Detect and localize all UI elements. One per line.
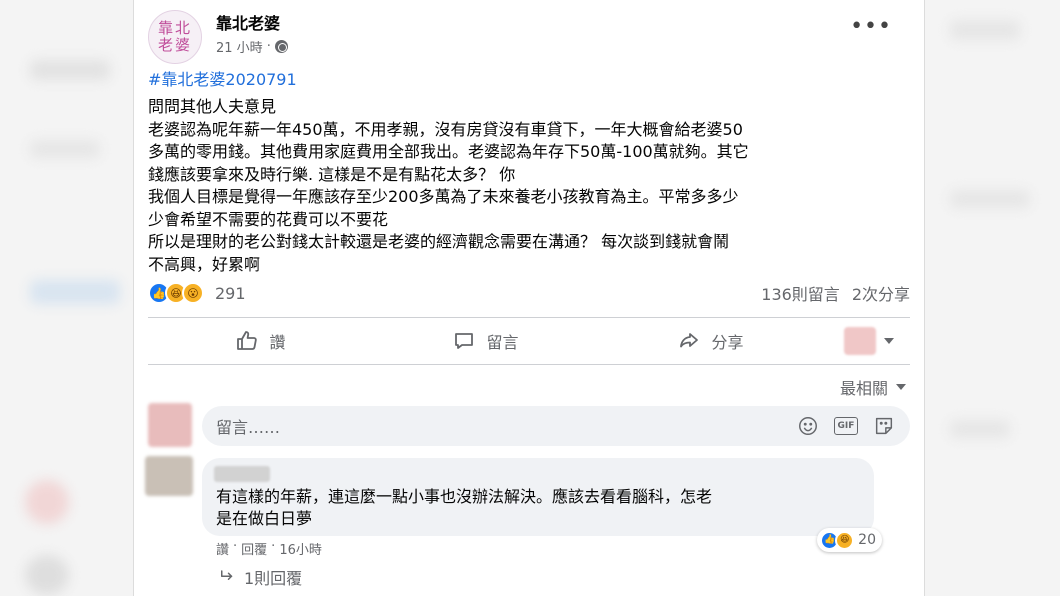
comment-line: 是在做白日夢	[216, 509, 313, 528]
haha-icon: 😆	[835, 530, 855, 550]
chevron-down-icon	[884, 338, 894, 344]
comment-icon	[455, 333, 474, 349]
post-body-line: 多萬的零用錢。其他費用家庭費用全部我出。老婆認為年存下50萬-100萬就夠。其它	[148, 142, 749, 161]
post-body-line: 我個人目標是覺得一年應該存至少200多萬為了未來養老小孩教育為主。平常多多少	[148, 187, 739, 206]
thumbs-up-icon	[237, 331, 258, 350]
comment-actions: 讚 · 回覆 · 16小時	[216, 539, 322, 558]
gif-icon[interactable]: GIF	[834, 415, 858, 437]
share-count[interactable]: 2次分享	[852, 281, 910, 305]
background-blur-left-5	[25, 555, 69, 595]
sticker-icon[interactable]	[872, 415, 896, 437]
comment-text: 有這樣的年薪，連這麼一點小事也沒辦法解決。應該去看看腦科，怎老 是在做白日夢	[216, 486, 856, 530]
comment-reactions[interactable]: 👍 😆 20	[817, 528, 882, 552]
comment-count[interactable]: 136則留言	[761, 281, 840, 305]
reaction-icons[interactable]: 👍 😆 😮	[148, 282, 204, 304]
post-body-line: 錢應該要拿來及時行樂. 這樣是不是有點花太多？ 你	[148, 164, 516, 184]
post-card: 靠北老婆 靠北老婆 21 小時 · ••• #靠北老婆2020791 問問其他人…	[133, 0, 925, 596]
reply-arrow-icon	[221, 570, 233, 580]
background-blur-left-2	[30, 140, 100, 158]
share-icon	[680, 333, 699, 348]
composer-avatar	[148, 403, 192, 447]
audience-selector[interactable]	[844, 327, 894, 355]
reactions-summary: 👍 😆 😮 291 136則留言 2次分享	[148, 280, 910, 306]
comment-button[interactable]: 留言	[373, 329, 598, 353]
post-meta: 21 小時 ·	[216, 37, 288, 56]
gif-label: GIF	[834, 417, 858, 435]
comment-bubble: 有這樣的年薪，連這麼一點小事也沒辦法解決。應該去看看腦科，怎老 是在做白日夢 👍…	[202, 458, 882, 552]
comment-like-link[interactable]: 讚	[216, 539, 229, 558]
replies-label: 1則回覆	[244, 569, 303, 588]
post-hashtag[interactable]: #靠北老婆2020791	[148, 66, 297, 90]
sort-label: 最相關	[839, 379, 888, 398]
separator: ·	[271, 539, 276, 554]
globe-icon[interactable]	[274, 40, 288, 53]
comment-time[interactable]: 16小時	[279, 539, 322, 558]
composer-icons: GIF	[796, 415, 896, 437]
comment-label: 留言	[486, 333, 519, 352]
post-body-line: 不高興，好累啊	[148, 254, 261, 274]
post-time[interactable]: 21 小時	[216, 37, 263, 56]
like-label: 讚	[269, 333, 286, 352]
comment-reaction-count: 20	[858, 532, 876, 548]
commenter-avatar[interactable]	[145, 456, 193, 496]
like-button[interactable]: 讚	[148, 329, 373, 353]
background-blur-left-1	[30, 60, 110, 80]
comment-input[interactable]: 留言…… GIF	[202, 406, 910, 446]
post-body-line: 所以是理財的老公對錢太計較還是老婆的經濟觀念需要在溝通？ 每次談到錢就會鬧	[148, 232, 730, 251]
comment-reply-link[interactable]: 回覆	[241, 539, 267, 558]
separator: ·	[233, 539, 238, 554]
page-name[interactable]: 靠北老婆	[216, 10, 280, 34]
background-blur-right-3	[950, 420, 1010, 438]
comment-input-placeholder: 留言……	[216, 418, 281, 437]
share-button[interactable]: 分享	[598, 329, 823, 353]
post-stats: 136則留言 2次分享	[761, 281, 910, 305]
comment-sort[interactable]: 最相關	[840, 375, 906, 399]
background-blur-right-2	[950, 190, 1030, 208]
avatar-logo-text: 靠北老婆	[157, 19, 192, 54]
comment-line: 有這樣的年薪，連這麼一點小事也沒辦法解決。應該去看看腦科，怎老	[216, 487, 713, 506]
emoji-icon[interactable]	[796, 415, 820, 437]
post-actions: 讚 留言 分享	[148, 320, 910, 362]
post-body-line: 老婆認為呢年薪一年450萬，不用孝親，沒有房貸沒有車貸下，一年大概會給老婆50	[148, 119, 743, 139]
divider-top	[148, 317, 910, 318]
chevron-down-icon	[896, 384, 906, 390]
divider-bottom	[148, 364, 910, 365]
more-icon[interactable]: •••	[850, 14, 892, 39]
viewer-avatar	[844, 327, 876, 355]
background-blur-left-3	[30, 280, 120, 304]
meta-separator: ·	[266, 39, 271, 54]
commenter-name-redacted[interactable]	[214, 466, 270, 482]
post-body-line: 少會希望不需要的花費可以不要花	[148, 209, 389, 229]
page-avatar[interactable]: 靠北老婆	[148, 10, 202, 64]
reaction-count[interactable]: 291	[215, 284, 246, 303]
share-label: 分享	[711, 333, 744, 352]
background-blur-right-1	[950, 20, 1020, 40]
post-body: 問問其他人夫意見 老婆認為呢年薪一年450萬，不用孝親，沒有房貸沒有車貸下，一年…	[148, 96, 918, 276]
background-blur-left-4	[25, 480, 69, 524]
view-replies-link[interactable]: 1則回覆	[218, 565, 302, 589]
post-body-line: 問問其他人夫意見	[148, 97, 277, 116]
wow-icon: 😮	[182, 282, 204, 304]
